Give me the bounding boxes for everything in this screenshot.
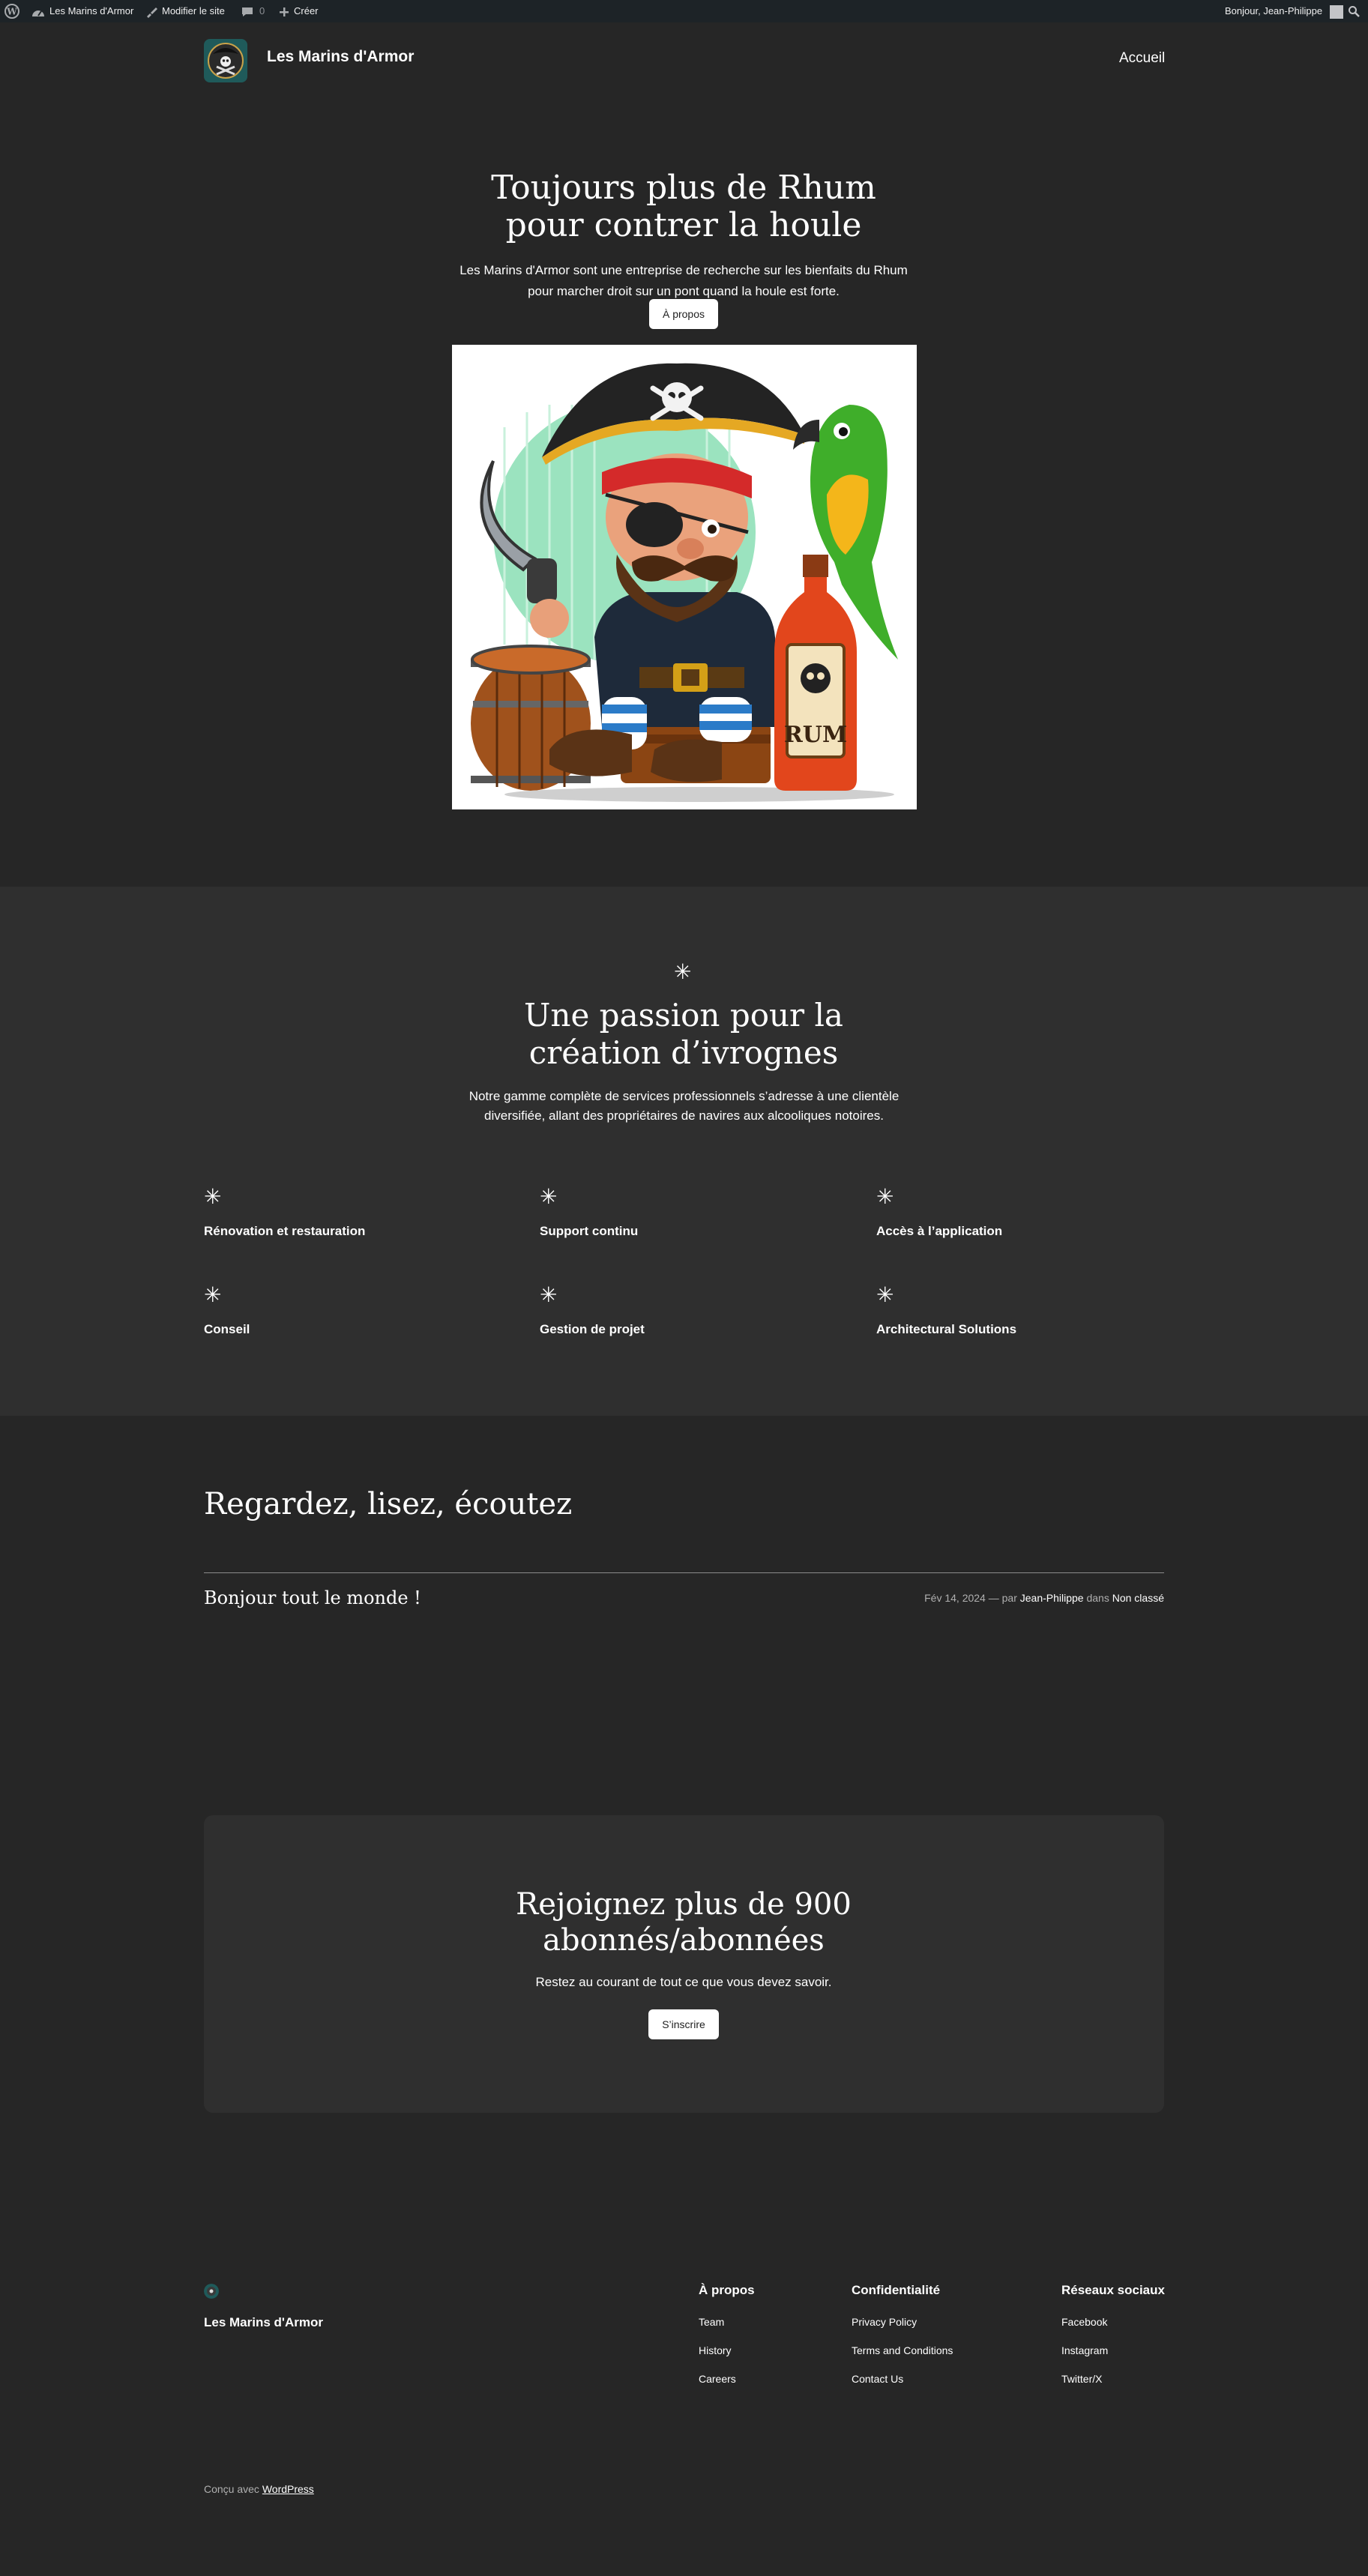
dashboard-icon <box>31 7 45 17</box>
footer-link-privacy[interactable]: Privacy Policy <box>852 2316 917 2328</box>
newsletter-text: Restez au courant de tout ce que vous de… <box>535 1975 832 1989</box>
post-by: — par <box>988 1592 1017 1604</box>
service-item: Accès à l’application <box>876 1224 1003 1238</box>
footer-link-terms[interactable]: Terms and Conditions <box>852 2344 953 2356</box>
wordpress-logo-icon[interactable]: W <box>4 4 19 19</box>
footer-link-twitter[interactable]: Twitter/X <box>1061 2373 1102 2385</box>
post-category-link[interactable]: Non classé <box>1112 1592 1164 1604</box>
service-item: Gestion de projet <box>540 1322 645 1336</box>
avatar <box>1329 4 1343 19</box>
service-item: Rénovation et restauration <box>204 1224 366 1238</box>
services-title: Une passion pour la création d’ivrognes <box>524 997 843 1071</box>
footer-link-team[interactable]: Team <box>699 2316 724 2328</box>
edit-site-label: Modifier le site <box>162 5 225 16</box>
asterisk-icon: ✳ <box>204 1185 222 1208</box>
post-author-link[interactable]: Jean-Philippe <box>1020 1592 1084 1604</box>
account-menu[interactable]: Bonjour, Jean-Philippe <box>1225 0 1343 22</box>
about-button[interactable]: À propos <box>649 299 718 329</box>
newsletter-title: Rejoignez plus de 900 abonnés/abonnées <box>516 1887 852 1958</box>
post-date: Fév 14, 2024 <box>924 1592 986 1604</box>
subscribe-button[interactable]: S’inscrire <box>648 2009 719 2039</box>
site-title[interactable]: Les Marins d'Armor <box>267 48 414 66</box>
post-title-link[interactable]: Bonjour tout le monde ! <box>204 1587 421 1608</box>
asterisk-icon: ✳ <box>540 1185 558 1208</box>
footer-link-careers[interactable]: Careers <box>699 2373 736 2385</box>
comment-bubble-icon <box>241 7 253 17</box>
newsletter-card <box>204 1815 1164 2113</box>
post-in: dans <box>1086 1592 1109 1604</box>
blog-title: Regardez, lisez, écoutez <box>204 1487 573 1521</box>
wordpress-link[interactable]: WordPress <box>262 2483 314 2495</box>
search-icon[interactable] <box>1348 5 1360 17</box>
post-meta: Fév 14, 2024 — par Jean-Philippe dans No… <box>924 1592 1164 1604</box>
brush-icon <box>145 6 157 18</box>
footer-link-facebook[interactable]: Facebook <box>1061 2316 1107 2328</box>
hero-text: Les Marins d'Armor sont une entreprise d… <box>459 263 908 298</box>
footer-link-contact[interactable]: Contact Us <box>852 2373 903 2385</box>
footer-credits: Conçu avec WordPress <box>204 2483 314 2495</box>
asterisk-icon: ✳ <box>876 1185 894 1208</box>
admin-site-name: Les Marins d'Armor <box>49 5 134 16</box>
asterisk-icon: ✳ <box>674 960 692 983</box>
credits-text: Conçu avec <box>204 2483 259 2495</box>
comments-link[interactable]: 0 <box>241 0 265 22</box>
divider <box>204 1572 1164 1573</box>
footer-link-history[interactable]: History <box>699 2344 732 2356</box>
service-item: Support continu <box>540 1224 639 1238</box>
edit-site-link[interactable]: Modifier le site <box>145 0 225 22</box>
footer-logo[interactable] <box>204 2284 219 2299</box>
footer-column-title: À propos <box>699 2283 755 2297</box>
admin-site-link[interactable]: Les Marins d'Armor <box>31 0 133 22</box>
services-text: Notre gamme complète de services profess… <box>468 1089 900 1123</box>
footer-column-title: Réseaux sociaux <box>1061 2283 1165 2297</box>
nav-item-accueil[interactable]: Accueil <box>1119 50 1165 67</box>
service-item: Conseil <box>204 1322 250 1336</box>
footer-link-instagram[interactable]: Instagram <box>1061 2344 1108 2356</box>
asterisk-icon: ✳ <box>204 1283 222 1306</box>
pirate-illustration: RUM <box>452 345 917 809</box>
service-item: Architectural Solutions <box>876 1322 1017 1336</box>
new-content-label: Créer <box>294 5 319 16</box>
asterisk-icon: ✳ <box>876 1283 894 1306</box>
asterisk-icon: ✳ <box>540 1283 558 1306</box>
footer-column-title: Confidentialité <box>852 2283 941 2297</box>
hero-title: Toujours plus de Rhum pour contrer la ho… <box>491 169 876 244</box>
comments-count: 0 <box>259 5 265 16</box>
site-logo[interactable] <box>204 39 247 82</box>
plus-icon <box>279 7 289 17</box>
footer-site-title[interactable]: Les Marins d'Armor <box>204 2315 323 2330</box>
svg-text:W: W <box>6 7 17 17</box>
admin-bar: W Les Marins d'Armor Modifier le site 0 … <box>0 0 1368 22</box>
greeting: Bonjour, Jean-Philippe <box>1225 5 1323 16</box>
new-content-link[interactable]: Créer <box>279 0 319 22</box>
rum-label: RUM <box>784 722 847 748</box>
